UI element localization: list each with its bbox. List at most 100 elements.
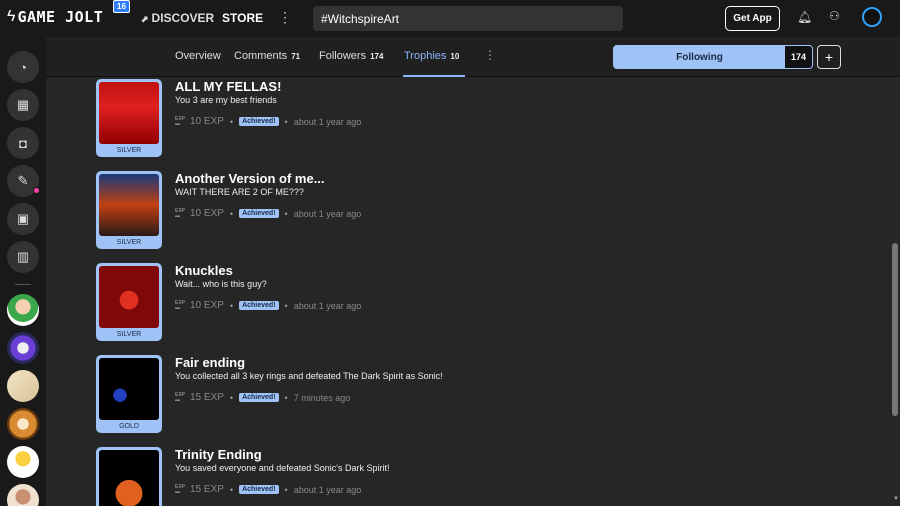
trophy-time: about 1 year ago — [293, 484, 362, 495]
nav-discover[interactable]: ⬈ DISCOVER — [141, 11, 214, 25]
trophy-time: about 1 year ago — [293, 300, 362, 311]
discover-icon: ⬈ — [141, 14, 149, 24]
meta-separator: • — [284, 392, 288, 403]
trophy-thumbnail[interactable] — [96, 447, 162, 506]
scroll-down-arrow[interactable]: ▼ — [893, 496, 899, 502]
trophy-title[interactable]: ALL MY FELLAS! — [175, 79, 281, 94]
notification-count-badge: 16 — [113, 0, 130, 13]
trophy-exp: 10 EXP — [190, 116, 224, 127]
trophy-community-avatar[interactable] — [7, 446, 39, 478]
trophy-item[interactable]: SILVER ALL MY FELLAS! You 3 are my best … — [96, 79, 796, 159]
trophy-meta: EXP ▬ 10 EXP • Achieved! • about 1 year a… — [175, 116, 361, 127]
trophy-meta: EXP ▬ 15 EXP • Achieved! • about 1 year a… — [175, 484, 361, 495]
tab-comments-count: 71 — [291, 52, 301, 61]
trophy-time: 7 minutes ago — [293, 392, 351, 403]
active-tab-indicator — [403, 75, 465, 77]
get-app-button[interactable]: Get App — [725, 6, 780, 31]
gamejolt-logo[interactable]: ϟ GAME JOLT 16 — [7, 0, 130, 26]
scrollbar-thumb[interactable] — [892, 243, 898, 416]
profile-subnav: Overview Comments 71 Followers 174 Trophie… — [46, 37, 900, 77]
community-avatar[interactable] — [7, 332, 39, 364]
user-avatar[interactable] — [862, 7, 882, 27]
trophy-meta: EXP ▬ 10 EXP • Achieved! • about 1 year a… — [175, 300, 361, 311]
trophy-image — [99, 266, 159, 328]
trophy-image — [99, 450, 159, 506]
top-bar: ϟ GAME JOLT 16 ⬈ DISCOVER STORE ⋮ #Witchs… — [0, 0, 900, 37]
trophy-description: Wait... who is this guy? — [175, 279, 267, 289]
trophy-description: You collected all 3 key rings and defeat… — [175, 371, 443, 381]
tab-overview-label: Overview — [175, 50, 221, 62]
nav-store[interactable]: STORE — [222, 11, 263, 25]
trophy-item[interactable]: GOLD Fair ending You collected all 3 key… — [96, 355, 796, 435]
logo-wordmark: GAME JOLT — [17, 8, 104, 26]
achieved-badge: Achieved! — [239, 117, 279, 126]
trophy-tier: SILVER — [116, 331, 142, 338]
left-sidebar: ◔ ▦ ◘ ✎ ▣ ▥ — [0, 37, 46, 506]
trophy-time: about 1 year ago — [293, 208, 362, 219]
tab-trophies[interactable]: Trophies 10 — [404, 50, 459, 62]
backpack-icon[interactable]: ◘ — [7, 127, 39, 159]
exp-icon: EXP ▬ — [175, 299, 186, 311]
community-avatar[interactable] — [7, 484, 39, 506]
achieved-badge: Achieved! — [239, 485, 279, 494]
trophy-thumbnail[interactable]: SILVER — [96, 263, 162, 341]
bolt-icon: ϟ — [7, 8, 16, 25]
meta-separator: • — [284, 208, 288, 219]
trophy-meta: EXP ▬ 10 EXP • Achieved! • about 1 year a… — [175, 208, 361, 219]
following-label: Following — [676, 51, 723, 63]
trophy-item[interactable]: SILVER Knuckles Wait... who is this guy?… — [96, 263, 796, 343]
following-button[interactable]: Following 174 — [613, 45, 813, 69]
follower-count: 174 — [785, 46, 812, 68]
friend-requests-icon[interactable]: ⚇ — [829, 9, 840, 23]
trophy-tier: GOLD — [119, 423, 139, 430]
community-avatar[interactable] — [7, 408, 39, 440]
nav-discover-label: DISCOVER — [151, 11, 215, 25]
trophy-description: You 3 are my best friends — [175, 95, 277, 105]
sidebar-divider — [15, 284, 31, 285]
trophy-item[interactable]: SILVER Another Version of me... WAIT THE… — [96, 171, 796, 251]
meta-separator: • — [229, 116, 234, 127]
trophy-title[interactable]: Fair ending — [175, 355, 245, 370]
achieved-badge: Achieved! — [239, 301, 279, 310]
bell-icon[interactable]: 🔔︎ — [797, 10, 812, 24]
trophy-image — [99, 358, 159, 420]
trophy-image — [99, 174, 159, 236]
trophy-title[interactable]: Another Version of me... — [175, 171, 325, 186]
search-input[interactable]: #WitchspireArt — [313, 6, 623, 31]
meta-separator: • — [284, 116, 288, 127]
store-icon[interactable]: ▦ — [7, 89, 39, 121]
achieved-badge: Achieved! — [239, 209, 279, 218]
trophy-exp: 10 EXP — [190, 208, 224, 219]
tab-trophies-count: 10 — [450, 52, 460, 61]
exp-icon: EXP ▬ — [175, 115, 186, 127]
trophy-exp: 10 EXP — [190, 300, 224, 311]
more-options-icon[interactable]: ⋮ — [484, 48, 496, 62]
tab-comments-label: Comments — [234, 50, 288, 62]
library-icon[interactable]: ▥ — [7, 241, 39, 273]
trophy-thumbnail[interactable]: SILVER — [96, 79, 162, 157]
meta-separator: • — [229, 392, 234, 403]
trophy-item[interactable]: Trinity Ending You saved everyone and de… — [96, 447, 796, 506]
community-avatar[interactable] — [7, 294, 39, 326]
tab-followers[interactable]: Followers 174 — [319, 50, 383, 62]
meta-separator: • — [229, 300, 234, 311]
more-menu-icon[interactable]: ⋮ — [278, 9, 292, 26]
meta-separator: • — [284, 300, 288, 311]
tab-comments[interactable]: Comments 71 — [234, 50, 300, 62]
trophy-tier: SILVER — [116, 147, 142, 154]
trophy-time: about 1 year ago — [293, 116, 362, 127]
trophy-thumbnail[interactable]: GOLD — [96, 355, 162, 433]
trophy-meta: EXP ▬ 15 EXP • Achieved! • 7 minutes ago — [175, 392, 350, 403]
tab-overview[interactable]: Overview — [175, 50, 221, 62]
community-avatar[interactable] — [7, 370, 39, 402]
tab-followers-count: 174 — [370, 52, 384, 61]
meta-separator: • — [229, 208, 234, 219]
trophy-title[interactable]: Trinity Ending — [175, 447, 262, 462]
chat-icon[interactable]: ◔ — [7, 51, 39, 83]
trophy-title[interactable]: Knuckles — [175, 263, 233, 278]
exp-icon: EXP ▬ — [175, 483, 186, 495]
add-button[interactable]: + — [817, 45, 841, 69]
trophy-thumbnail[interactable]: SILVER — [96, 171, 162, 249]
trophy-exp: 15 EXP — [190, 484, 224, 495]
tv-icon[interactable]: ▣ — [7, 203, 39, 235]
